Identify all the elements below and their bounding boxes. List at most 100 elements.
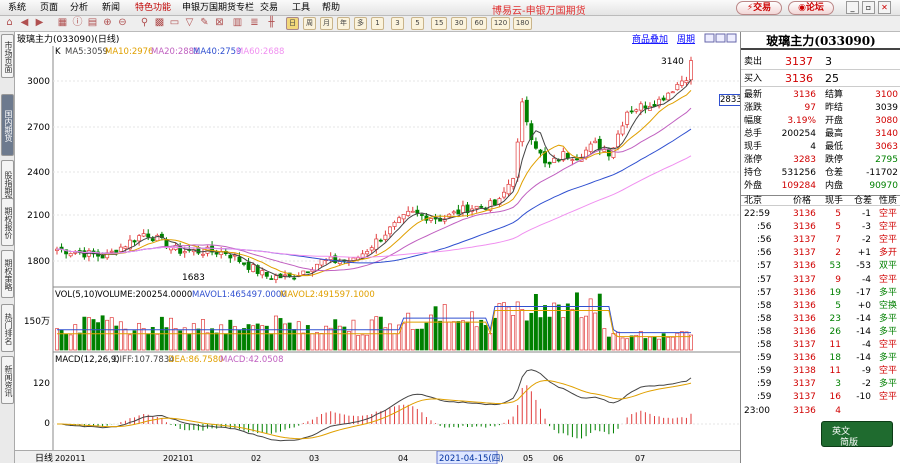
tick-volume: 2: [835, 248, 841, 259]
quote-stat-row: 最新 3136 结算 3100: [741, 90, 900, 101]
volume-bar: [91, 319, 96, 351]
diff-legend: DIFF:107.7834: [113, 355, 175, 365]
candle-body: [456, 209, 461, 215]
volume-bar: [64, 333, 69, 351]
candle-body: [369, 247, 374, 251]
lock-icon[interactable]: ⊠: [213, 17, 226, 30]
menu-special[interactable]: 特色功能: [135, 3, 171, 13]
candle-body: [511, 178, 516, 187]
candle-body: [351, 257, 356, 261]
tab-market-pages[interactable]: 市场页面: [1, 34, 14, 78]
kline-chart-panel[interactable]: 玻璃主力(033090)(日线) 商品叠加 周期 K MA5:3059 MA10…: [15, 32, 740, 450]
candle-body: [401, 214, 406, 220]
forward-icon[interactable]: ▶: [33, 17, 46, 30]
candle-body: [547, 161, 552, 165]
menu-news[interactable]: 新闻: [102, 3, 120, 13]
tick-time: :56: [757, 235, 772, 246]
period-multi-button[interactable]: 多: [354, 17, 367, 30]
menu-tools[interactable]: 工具: [292, 3, 310, 13]
period-15m-button[interactable]: 15: [431, 17, 447, 30]
menu-page[interactable]: 页面: [40, 3, 58, 13]
tab-domestic-futures[interactable]: 国内期货: [1, 94, 14, 156]
stat-value: 3080: [875, 116, 898, 126]
volume-bar: [470, 311, 475, 351]
stat-label: 仓差: [825, 168, 844, 178]
volume-bar: [128, 334, 132, 351]
period-week-button[interactable]: 周: [303, 17, 316, 30]
tick-type: 空平: [879, 340, 898, 350]
period-60m-button[interactable]: 60: [471, 17, 487, 30]
tab-news[interactable]: 新闻资讯: [1, 356, 14, 404]
simple-button[interactable]: 简版: [840, 435, 858, 448]
overlay-commodity-link[interactable]: 商品叠加: [632, 33, 668, 45]
period-year-button[interactable]: 年: [337, 17, 350, 30]
pen-icon[interactable]: ✎: [198, 17, 211, 30]
volume-bar: [137, 322, 142, 351]
tick-time: :59: [757, 392, 772, 403]
list-icon[interactable]: ≣: [248, 17, 261, 30]
close-icon[interactable]: ✕: [878, 1, 891, 14]
zoom-in-icon[interactable]: ⊕: [101, 17, 114, 30]
menu-analysis[interactable]: 分析: [70, 3, 88, 13]
menu-system[interactable]: 系统: [8, 3, 26, 13]
panel-window-icons[interactable]: [704, 33, 737, 43]
period-3m-button[interactable]: 3: [391, 17, 404, 30]
info-icon[interactable]: ⓘ: [71, 17, 84, 30]
zoom-out-icon[interactable]: ⊖: [116, 17, 129, 30]
period-1m-button[interactable]: 1: [371, 17, 384, 30]
moving-average-lines: [57, 79, 692, 278]
forum-button[interactable]: ◉论坛: [788, 1, 834, 15]
kline-chart-svg[interactable]: 玻璃主力(033090)(日线) 商品叠加 周期 K MA5:3059 MA10…: [15, 32, 740, 450]
candle-body: [237, 256, 242, 263]
tick-type: 空换: [879, 300, 898, 311]
forum-button-label: 论坛: [805, 3, 824, 13]
maximize-icon[interactable]: ▫: [862, 1, 875, 14]
mavol1-legend: MAVOL1:465497.0000: [192, 290, 287, 300]
tick-oi-change: -14: [856, 326, 871, 337]
tick-type: 多平: [879, 313, 898, 324]
period-120m-button[interactable]: 120: [491, 17, 510, 30]
period-5m-button[interactable]: 5: [411, 17, 424, 30]
period-30m-button[interactable]: 30: [451, 17, 467, 30]
volume-bar: [666, 336, 671, 351]
volume-bar: [123, 328, 128, 351]
tick-row: :59 3138 11 -9 空平: [741, 366, 900, 377]
language-toggle[interactable]: 英文 简版: [821, 421, 893, 448]
menu-column[interactable]: 申银万国期货专栏: [182, 3, 254, 13]
tab-option-strategy[interactable]: 期权策略: [1, 250, 14, 298]
back-icon[interactable]: ◀: [18, 17, 31, 30]
period-month-button[interactable]: 月: [320, 17, 333, 30]
menu-trade[interactable]: 交易: [260, 3, 278, 13]
volume-bar: [460, 320, 465, 351]
volume-bar: [479, 319, 484, 351]
filter-icon[interactable]: ▽: [183, 17, 196, 30]
window-icon[interactable]: ▭: [168, 17, 181, 30]
tab-option-quotes[interactable]: 期权报价: [1, 198, 14, 246]
volume-bar: [575, 292, 579, 351]
candle-body: [684, 80, 689, 84]
grid-icon[interactable]: ▩: [153, 17, 166, 30]
volume-bar: [401, 322, 406, 351]
menu-help[interactable]: 帮助: [322, 3, 340, 13]
quote-panel: 玻璃主力(033090) 卖出 3137 3 买入 3136 25 最新 3136…: [740, 32, 900, 463]
chart-icon[interactable]: ▤: [86, 17, 99, 30]
search-icon[interactable]: ⚲: [138, 17, 151, 30]
volume-bar: [543, 305, 547, 351]
volume-bar: [474, 326, 479, 351]
volume-bar: [210, 328, 215, 351]
ma40-legend: MA40:2759: [193, 47, 241, 57]
kline-icon[interactable]: ╫: [265, 17, 278, 30]
tab-hot-ranking[interactable]: 热门排名: [1, 304, 14, 352]
table-icon[interactable]: ▥: [231, 17, 244, 30]
period-link[interactable]: 周期: [677, 34, 695, 45]
quote-icon[interactable]: ▦: [56, 17, 69, 30]
volume-bar: [100, 315, 105, 351]
home-icon[interactable]: ⌂: [3, 17, 16, 30]
minimize-icon[interactable]: _: [846, 1, 859, 14]
trade-button[interactable]: ⚡交易: [736, 1, 782, 15]
tick-price: 3137: [793, 274, 816, 285]
tick-oi-change: -14: [856, 353, 871, 364]
period-day-button[interactable]: 日: [286, 17, 299, 30]
period-180m-button[interactable]: 180: [513, 17, 532, 30]
candle-body: [137, 235, 142, 242]
